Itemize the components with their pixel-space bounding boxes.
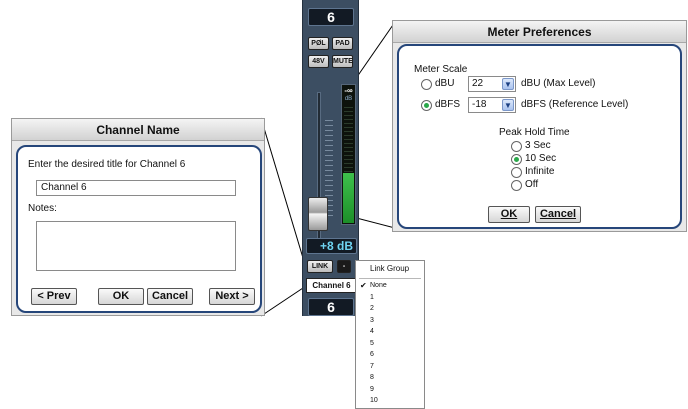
channel-name-field[interactable]: Channel 6 — [306, 278, 357, 293]
menu-item-5[interactable]: 5 — [370, 339, 420, 349]
dialog-body: Enter the desired title for Channel 6 Ch… — [16, 145, 262, 313]
notes-label: Notes: — [28, 203, 57, 214]
channel-title-prompt: Enter the desired title for Channel 6 — [28, 159, 186, 170]
phantom-48v-button[interactable]: 48V — [308, 55, 329, 68]
dbfs-radio[interactable] — [421, 100, 432, 111]
ok-button[interactable]: OK — [488, 206, 530, 223]
peak-infinite-label: Infinite — [525, 166, 555, 177]
channel-name-dialog: Channel Name Enter the desired title for… — [11, 118, 265, 316]
link-group-menu-button[interactable]: - — [337, 260, 351, 273]
menu-item-9[interactable]: 9 — [370, 385, 420, 395]
dialog-title: Channel Name — [12, 119, 264, 141]
menu-item-none[interactable]: None — [370, 281, 420, 291]
dbfs-description: dBFS (Reference Level) — [521, 99, 629, 110]
fader-handle[interactable] — [308, 197, 328, 231]
gain-readout: +8 dB — [306, 238, 357, 254]
peak-infinite-radio[interactable] — [511, 167, 522, 178]
cancel-button[interactable]: Cancel — [535, 206, 581, 223]
notes-textarea[interactable] — [36, 221, 236, 271]
cancel-button[interactable]: Cancel — [147, 288, 193, 305]
link-group-menu: Link Group ✔ None 1 2 3 4 5 6 7 8 9 10 — [355, 260, 425, 409]
meter-scale-label: Meter Scale — [414, 64, 468, 75]
chevron-down-icon: ▼ — [502, 99, 514, 111]
meter-scale-ticks — [344, 107, 353, 173]
dbfs-value: -18 — [472, 99, 487, 110]
link-button[interactable]: LINK — [307, 260, 333, 273]
dbu-label: dBU — [435, 78, 455, 89]
channel-strip: 6 PØL PAD 48V MUTE -∞ dB +8 dB LINK - Ch… — [302, 0, 359, 316]
peak-3sec-radio[interactable] — [511, 141, 522, 152]
dbfs-label: dBFS — [435, 99, 461, 110]
menu-item-2[interactable]: 2 — [370, 304, 420, 314]
meter-level-bar — [343, 173, 354, 223]
meter-unit: dB — [344, 96, 353, 102]
link-group-menu-header: Link Group — [370, 264, 410, 273]
menu-item-4[interactable]: 4 — [370, 327, 420, 337]
peak-3sec-label: 3 Sec — [525, 140, 551, 151]
next-button[interactable]: Next > — [209, 288, 255, 305]
dbu-description: dBU (Max Level) — [521, 78, 596, 89]
menu-item-1[interactable]: 1 — [370, 293, 420, 303]
pad-button[interactable]: PAD — [332, 37, 353, 50]
dialog-title: Meter Preferences — [393, 21, 686, 43]
meter-peak-readout: -∞ — [344, 86, 353, 95]
polarity-button[interactable]: PØL — [308, 37, 329, 50]
channel-title-input[interactable]: Channel 6 — [36, 180, 236, 196]
dialog-body: Meter Scale dBU 22 ▼ dBU (Max Level) dBF… — [397, 44, 682, 229]
chevron-down-icon: ▼ — [502, 78, 514, 90]
peak-off-label: Off — [525, 179, 539, 190]
check-icon: ✔ — [360, 281, 367, 290]
menu-item-10[interactable]: 10 — [370, 396, 420, 406]
menu-item-7[interactable]: 7 — [370, 362, 420, 372]
dbu-max-level-select[interactable]: 22 ▼ — [468, 76, 516, 92]
peak-off-radio[interactable] — [511, 180, 522, 191]
prev-button[interactable]: < Prev — [31, 288, 77, 305]
ok-button[interactable]: OK — [98, 288, 144, 305]
level-meter[interactable]: -∞ dB — [341, 84, 356, 225]
menu-item-6[interactable]: 6 — [370, 350, 420, 360]
mute-button[interactable]: MUTE — [332, 55, 353, 68]
peak-hold-label: Peak Hold Time — [499, 127, 570, 138]
channel-number-bottom: 6 — [308, 298, 354, 316]
peak-10sec-radio[interactable] — [511, 154, 522, 165]
dbu-value: 22 — [472, 78, 484, 89]
menu-item-3[interactable]: 3 — [370, 316, 420, 326]
peak-10sec-label: 10 Sec — [525, 153, 557, 164]
menu-item-8[interactable]: 8 — [370, 373, 420, 383]
menu-separator — [359, 278, 421, 279]
channel-number-top: 6 — [308, 8, 354, 26]
dbfs-reference-level-select[interactable]: -18 ▼ — [468, 97, 516, 113]
dbu-radio[interactable] — [421, 79, 432, 90]
meter-preferences-dialog: Meter Preferences Meter Scale dBU 22 ▼ d… — [392, 20, 687, 232]
